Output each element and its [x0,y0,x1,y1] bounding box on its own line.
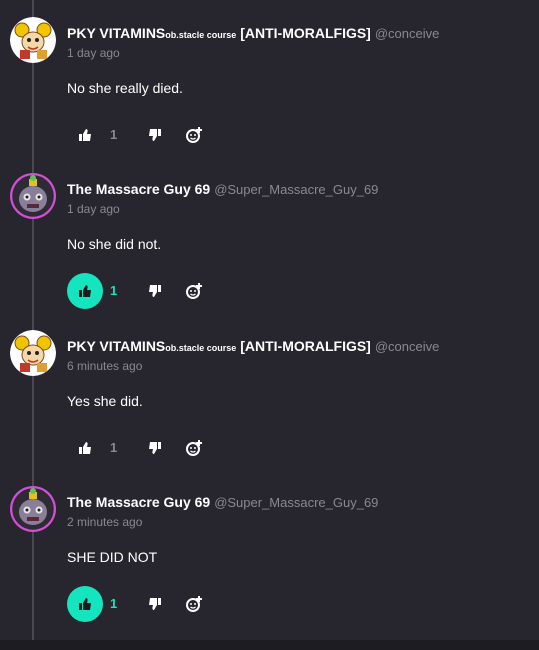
comment-text: Yes she did. [67,393,143,409]
comment-actions: 1 [67,273,267,309]
user-handle[interactable]: @conceive [375,26,440,41]
comment: PKY VITAMINSob.stacle course [ANTI-MORAL… [0,330,539,480]
comment-header: The Massacre Guy 69 @Super_Massacre_Guy_6… [67,492,378,512]
username[interactable]: PKY VITAMINSob.stacle course [ANTI-MORAL… [67,25,371,41]
reply-button[interactable] [183,437,205,459]
like-button[interactable] [67,117,103,153]
comment-header: The Massacre Guy 69 @Super_Massacre_Guy_6… [67,179,378,199]
timestamp: 2 minutes ago [67,515,143,529]
animatronic-avatar-icon[interactable] [10,173,56,219]
comment-text: SHE DID NOT [67,549,158,565]
username[interactable]: PKY VITAMINSob.stacle course [ANTI-MORAL… [67,338,371,354]
comment-header: PKY VITAMINSob.stacle course [ANTI-MORAL… [67,23,439,43]
comment-text: No she really died. [67,80,183,96]
timestamp: 6 minutes ago [67,359,143,373]
thumbs-up-icon [79,442,91,454]
comment: The Massacre Guy 69 @Super_Massacre_Guy_6… [0,173,539,323]
like-button[interactable] [67,586,103,622]
comment-actions: 1 [67,586,267,622]
thumbs-down-icon [149,129,161,141]
thumbs-up-icon [79,285,91,297]
reply-icon [186,127,202,143]
comment-text: No she did not. [67,236,162,252]
mouse-cartoon-avatar-icon[interactable] [10,330,56,376]
like-button[interactable] [67,273,103,309]
comment-actions: 1 [67,117,267,153]
thumbs-down-icon [149,285,161,297]
like-count: 1 [110,596,118,611]
reply-button[interactable] [183,280,205,302]
reply-icon [186,440,202,456]
thumbs-down-icon [149,442,161,454]
reply-icon [186,596,202,612]
username[interactable]: The Massacre Guy 69 [67,494,210,510]
comment-actions: 1 [67,430,267,466]
user-handle[interactable]: @Super_Massacre_Guy_69 [214,182,378,197]
thumbs-down-icon [149,598,161,610]
thumbs-up-icon [79,129,91,141]
reply-button[interactable] [183,593,205,615]
reply-icon [186,283,202,299]
bottom-bar [0,640,539,650]
mouse-cartoon-avatar-icon[interactable] [10,17,56,63]
user-handle[interactable]: @conceive [375,339,440,354]
comment-header: PKY VITAMINSob.stacle course [ANTI-MORAL… [67,336,439,356]
dislike-button[interactable] [145,281,165,301]
username[interactable]: The Massacre Guy 69 [67,181,210,197]
dislike-button[interactable] [145,125,165,145]
dislike-button[interactable] [145,594,165,614]
animatronic-avatar-icon[interactable] [10,486,56,532]
timestamp: 1 day ago [67,46,120,60]
dislike-button[interactable] [145,438,165,458]
like-count: 1 [110,127,118,142]
like-button[interactable] [67,430,103,466]
timestamp: 1 day ago [67,202,120,216]
thumbs-up-icon [79,598,91,610]
like-count: 1 [110,283,118,298]
like-count: 1 [110,440,118,455]
comment: The Massacre Guy 69 @Super_Massacre_Guy_6… [0,486,539,636]
comment: PKY VITAMINSob.stacle course [ANTI-MORAL… [0,17,539,167]
reply-button[interactable] [183,124,205,146]
user-handle[interactable]: @Super_Massacre_Guy_69 [214,495,378,510]
